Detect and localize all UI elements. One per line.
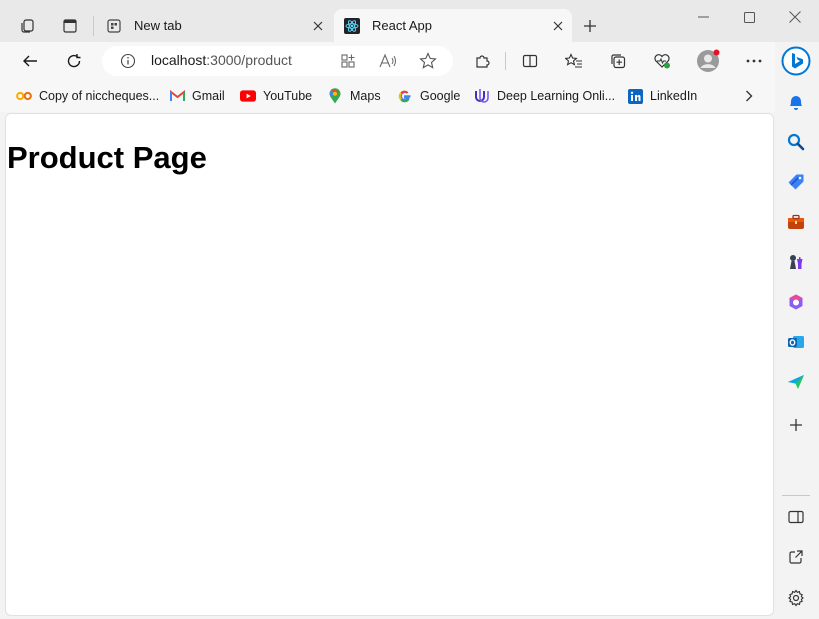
refresh-icon: [67, 54, 81, 68]
close-icon: [789, 11, 801, 23]
new-tab-button[interactable]: [578, 14, 602, 38]
url-path: :3000/product: [206, 52, 292, 68]
browser-essentials-icon[interactable]: [650, 49, 674, 73]
google-icon: [397, 88, 413, 104]
toolbar-divider: [505, 52, 506, 70]
url-text[interactable]: localhost:3000/product: [151, 52, 292, 70]
bookmark-linkedin[interactable]: LinkedIn: [627, 85, 697, 107]
maximize-icon: [743, 11, 755, 23]
plus-icon: [790, 419, 802, 431]
tab-divider: [93, 16, 94, 36]
bookmark-google[interactable]: Google: [397, 85, 460, 107]
close-tab-icon[interactable]: [308, 16, 328, 36]
games-chess-icon[interactable]: [782, 248, 810, 276]
page-viewport: Product Page: [5, 113, 774, 616]
split-screen-icon[interactable]: [518, 49, 542, 73]
minimize-button[interactable]: [680, 0, 726, 34]
profile-avatar[interactable]: [694, 47, 722, 75]
back-arrow-icon: [23, 55, 37, 67]
workspaces-icon[interactable]: [16, 14, 40, 38]
shopping-tag-icon[interactable]: [782, 168, 810, 196]
avatar-icon: [697, 49, 720, 72]
bookmark-gmail[interactable]: Gmail: [169, 85, 225, 107]
colab-icon: [16, 88, 32, 104]
minimize-icon: [697, 16, 709, 18]
tools-briefcase-icon[interactable]: [782, 208, 810, 236]
extensions-icon[interactable]: [470, 49, 494, 73]
outlook-icon[interactable]: [782, 328, 810, 356]
bookmark-label: YouTube: [263, 89, 313, 103]
youtube-icon: [240, 88, 256, 104]
bookmark-label: Gmail: [192, 89, 225, 103]
copilot-button[interactable]: [780, 45, 812, 77]
bing-copilot-icon: [781, 46, 811, 76]
url-host: localhost: [151, 52, 207, 68]
react-logo-icon: [342, 17, 362, 34]
page-title: Product Page: [7, 140, 207, 175]
new-tab-page-icon: [104, 18, 124, 33]
bookmark-label: Deep Learning Onli...: [497, 89, 616, 103]
read-aloud-icon[interactable]: [378, 51, 398, 71]
tab-new-tab[interactable]: New tab: [98, 9, 332, 42]
open-external-icon[interactable]: [782, 543, 810, 571]
app-available-icon[interactable]: [338, 51, 358, 71]
tab-react-app[interactable]: React App: [334, 9, 572, 42]
bookmark-label: LinkedIn: [650, 89, 698, 103]
close-tab-icon[interactable]: [548, 16, 568, 36]
udemy-icon: [474, 88, 490, 104]
close-window-button[interactable]: [772, 0, 818, 34]
bookmark-colab[interactable]: Copy of niccheques...: [16, 85, 159, 107]
bookmark-maps[interactable]: Maps: [327, 85, 381, 107]
bookmark-youtube[interactable]: YouTube: [240, 85, 312, 107]
send-plane-icon[interactable]: [782, 368, 810, 396]
bookmark-deep-learning[interactable]: Deep Learning Onli...: [474, 85, 615, 107]
add-sidebar-app-button[interactable]: [782, 411, 810, 439]
linkedin-icon: [627, 88, 643, 104]
bookmark-label: Google: [420, 89, 461, 103]
tab-title: React App: [372, 18, 432, 33]
microsoft-365-icon[interactable]: [782, 288, 810, 316]
tab-title: New tab: [134, 18, 182, 33]
plus-icon: [584, 20, 596, 32]
bookmark-label: Copy of niccheques...: [39, 89, 160, 103]
more-bookmarks-chevron-icon[interactable]: [738, 85, 760, 107]
maximize-button[interactable]: [726, 0, 772, 34]
tab-actions-icon[interactable]: [58, 14, 82, 38]
site-info-icon[interactable]: [118, 51, 138, 71]
settings-more-icon[interactable]: [742, 49, 766, 73]
sidebar-settings-gear-icon[interactable]: [782, 584, 810, 612]
favorite-star-icon[interactable]: [418, 51, 438, 71]
search-icon[interactable]: [782, 128, 810, 156]
hide-sidebar-icon[interactable]: [782, 503, 810, 531]
sidebar-divider: [782, 495, 810, 496]
gmail-icon: [169, 88, 185, 104]
address-bar[interactable]: localhost:3000/product: [102, 46, 453, 76]
back-button[interactable]: [18, 49, 42, 73]
refresh-button[interactable]: [62, 49, 86, 73]
bookmark-label: Maps: [350, 89, 381, 103]
collections-icon[interactable]: [606, 49, 630, 73]
favorites-icon[interactable]: [562, 49, 586, 73]
maps-icon: [327, 88, 343, 104]
notifications-icon[interactable]: [782, 88, 810, 116]
